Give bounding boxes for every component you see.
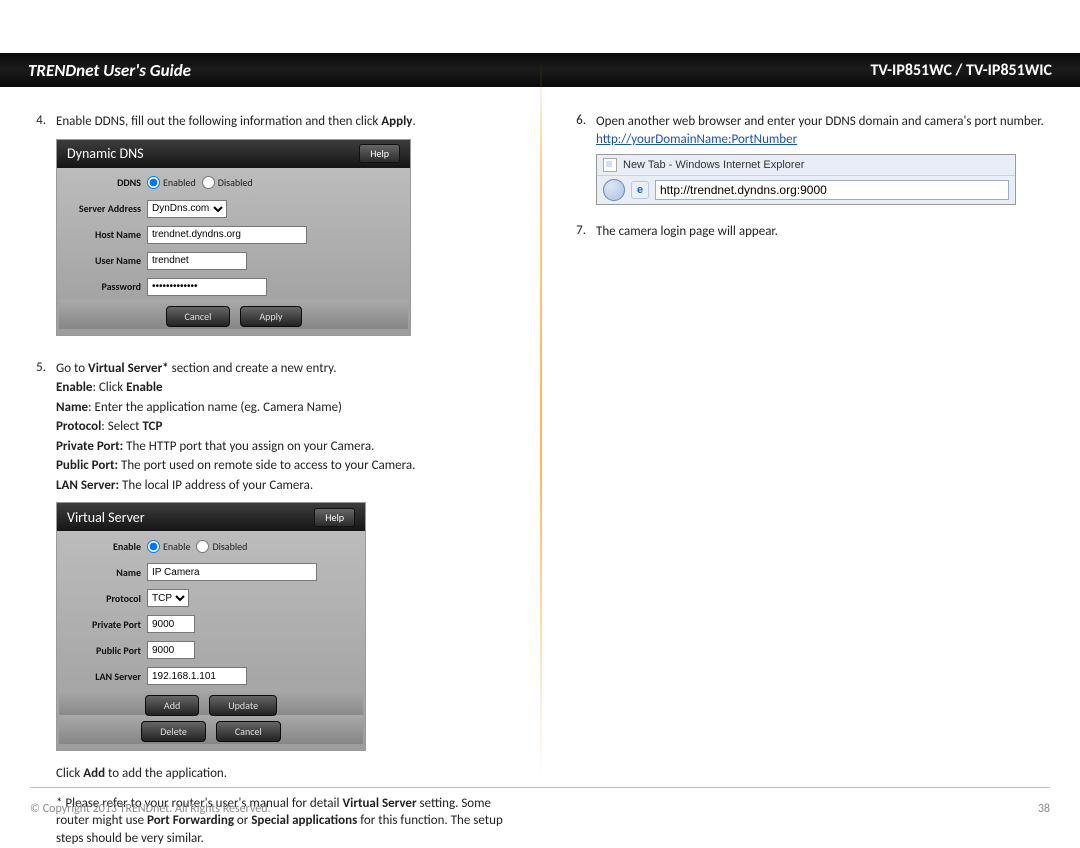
step4-text: Enable DDNS, fill out the following info… — [56, 113, 512, 131]
page-body: 4. Enable DDNS, fill out the following i… — [0, 95, 1080, 775]
user-row-label: User Name — [69, 254, 141, 267]
vs-protocol-label: Protocol — [69, 592, 141, 605]
apply-button[interactable]: Apply — [240, 306, 301, 327]
cancel-button[interactable]: Cancel — [166, 306, 231, 327]
step5-intro: Go to Virtual Server* section and create… — [56, 360, 512, 378]
panel-title: Dynamic DNS — [67, 145, 144, 162]
ddns-row-label: DDNS — [69, 176, 141, 189]
cancel-button[interactable]: Cancel — [216, 721, 281, 742]
step-number: 5. — [28, 360, 46, 848]
step5-private-line: Private Port: The HTTP port that you ass… — [56, 438, 512, 456]
vs-private-input[interactable] — [147, 615, 195, 633]
vs-public-label: Public Port — [69, 644, 141, 657]
host-row-label: Host Name — [69, 228, 141, 241]
update-button[interactable]: Update — [209, 695, 277, 716]
host-input[interactable] — [147, 226, 307, 244]
ie-icon: e — [631, 181, 649, 199]
click-add-line: Click Add to add the application. — [56, 765, 512, 783]
page-number: 38 — [1038, 802, 1050, 816]
right-column: 6. Open another web browser and enter yo… — [540, 95, 1080, 775]
vs-public-input[interactable] — [147, 641, 195, 659]
user-input[interactable] — [147, 252, 247, 270]
step5-name-line: Name: Enter the application name (eg. Ca… — [56, 399, 512, 417]
step5-enable-line: Enable: Click Enable — [56, 379, 512, 397]
vs-private-label: Private Port — [69, 618, 141, 631]
footer-separator — [30, 787, 1050, 789]
step5-lan-line: LAN Server: The local IP address of your… — [56, 477, 512, 495]
vs-lan-input[interactable] — [147, 667, 247, 685]
vs-enable-label: Enable — [69, 540, 141, 553]
ddns-enabled-radio[interactable]: Enabled — [147, 176, 196, 189]
step5-protocol-line: Protocol: Select TCP — [56, 418, 512, 436]
vs-enable-radio[interactable]: Enable — [147, 540, 190, 553]
left-column: 4. Enable DDNS, fill out the following i… — [0, 95, 540, 775]
step-number: 7. — [568, 223, 586, 241]
step-number: 6. — [568, 113, 586, 205]
example-url-link[interactable]: http://yourDomainName:PortNumber — [596, 132, 797, 147]
browser-window-title: New Tab - Windows Internet Explorer — [623, 159, 804, 171]
vs-name-label: Name — [69, 566, 141, 579]
browser-mock: New Tab - Windows Internet Explorer e — [596, 154, 1016, 205]
step6-text: Open another web browser and enter your … — [596, 113, 1052, 131]
pw-row-label: Password — [69, 280, 141, 293]
copyright-text: © Copyright 2013 TRENDnet. All Rights Re… — [30, 802, 271, 816]
password-input[interactable] — [147, 278, 267, 296]
model-title: TV-IP851WC / TV-IP851WIC — [870, 61, 1052, 80]
delete-button[interactable]: Delete — [141, 721, 206, 742]
server-select[interactable]: DynDns.com — [147, 200, 227, 218]
address-bar-input[interactable] — [660, 183, 1004, 197]
vs-protocol-select[interactable]: TCP — [147, 589, 189, 607]
vs-lan-label: LAN Server — [69, 670, 141, 683]
nav-back-button[interactable] — [603, 179, 625, 201]
page-footer: © Copyright 2013 TRENDnet. All Rights Re… — [30, 802, 1050, 816]
server-row-label: Server Address — [69, 202, 141, 215]
step-number: 4. — [28, 113, 46, 350]
virtual-server-panel: Virtual Server Help Enable Enable Disabl… — [56, 502, 366, 751]
page-header: TRENDnet User's Guide TV-IP851WC / TV-IP… — [0, 53, 1080, 87]
step7-text: The camera login page will appear. — [596, 223, 1052, 241]
help-button[interactable]: Help — [314, 508, 355, 527]
panel-title: Virtual Server — [67, 509, 145, 526]
vs-disabled-radio[interactable]: Disabled — [196, 540, 247, 553]
dynamic-dns-panel: Dynamic DNS Help DDNS Enabled Disabled — [56, 139, 411, 336]
vs-name-input[interactable] — [147, 563, 317, 581]
step5-public-line: Public Port: The port used on remote sid… — [56, 457, 512, 475]
new-tab-icon — [603, 158, 617, 172]
help-button[interactable]: Help — [359, 144, 400, 163]
guide-title: TRENDnet User's Guide — [28, 60, 191, 81]
ddns-disabled-radio[interactable]: Disabled — [202, 176, 253, 189]
add-button[interactable]: Add — [145, 695, 199, 716]
